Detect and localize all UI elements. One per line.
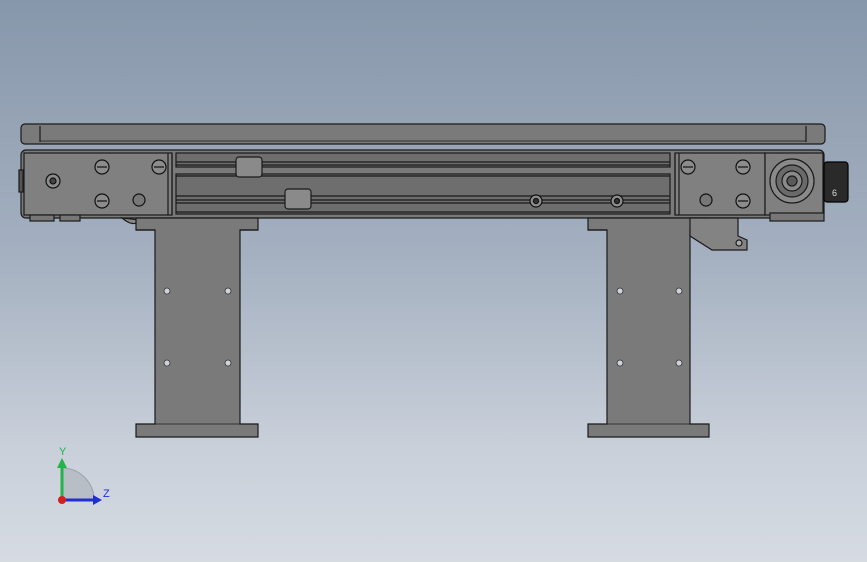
model-geometry: [18, 169, 24, 193]
model-geometry: [29, 214, 55, 222]
model-geometry: [57, 458, 67, 468]
model-geometry: [49, 177, 57, 185]
orientation-triad: Y Z: [57, 446, 110, 505]
rail-clip-1: [235, 156, 263, 178]
screw-right-4: [735, 193, 751, 209]
model-geometry: [613, 197, 621, 205]
screw-left-1: [45, 173, 61, 189]
model-geometry: [163, 359, 171, 367]
screw-rail-1: [529, 194, 543, 208]
model-geometry: [163, 287, 683, 367]
lower-rail: [175, 173, 671, 215]
right-leg: [587, 217, 710, 438]
model-geometry: [769, 212, 825, 222]
graphics-viewport[interactable]: 6 Y Z: [0, 0, 867, 562]
model-geometry: [93, 495, 102, 505]
model-geometry: [224, 287, 232, 295]
screw-left-3: [151, 159, 167, 175]
model-geometry: [59, 214, 81, 222]
model-geometry: [532, 197, 540, 205]
model-geometry: 6: [832, 188, 837, 198]
y-axis-label: Y: [59, 446, 67, 458]
conveyor-model[interactable]: 6 Y Z: [0, 0, 867, 562]
model-geometry: [132, 193, 146, 207]
screw-right-1: [680, 159, 696, 175]
z-axis-label: Z: [103, 488, 110, 500]
model-geometry: [616, 287, 624, 295]
model-geometry: 6: [18, 123, 849, 438]
model-geometry: [735, 239, 743, 247]
screw-right-2: [735, 159, 751, 175]
model-geometry: [616, 359, 624, 367]
model-geometry: [699, 193, 713, 207]
model-geometry: [224, 359, 232, 367]
model-geometry: [675, 359, 683, 367]
screw-left-4: [94, 193, 110, 209]
screw-rail-2: [610, 194, 624, 208]
screw-left-5: [132, 193, 146, 207]
screw-left-2: [94, 159, 110, 175]
origin-icon: [58, 496, 66, 504]
screw-right-3: [699, 193, 713, 207]
model-geometry: [675, 287, 683, 295]
model-geometry: [163, 287, 171, 295]
model-geometry: [61, 467, 95, 501]
rail-clip-2: [284, 188, 312, 210]
model-geometry: [786, 175, 798, 187]
left-leg: [135, 217, 259, 438]
